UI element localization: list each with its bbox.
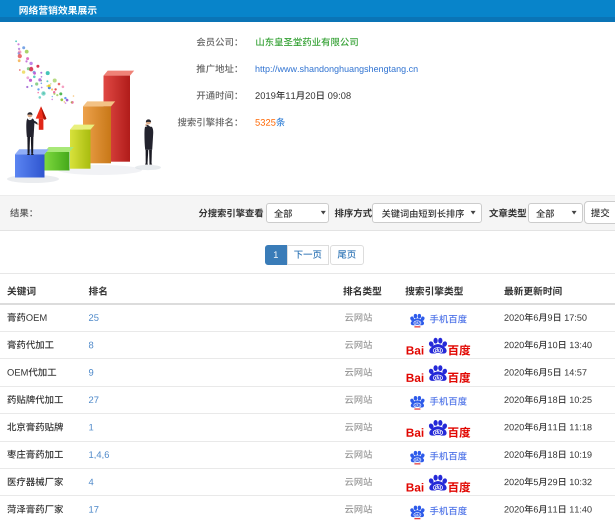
svg-text:du: du xyxy=(435,485,442,491)
svg-text:du: du xyxy=(435,348,442,354)
svg-text:du: du xyxy=(435,430,442,436)
svg-text:du: du xyxy=(435,375,442,381)
